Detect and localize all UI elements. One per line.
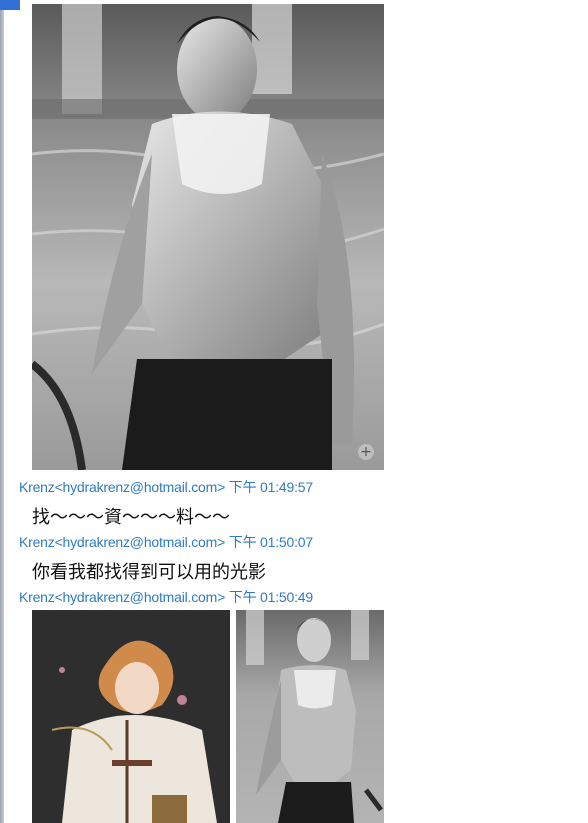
shared-photo-pool-man[interactable]: + <box>32 4 384 470</box>
window-left-border <box>0 0 4 823</box>
anime-illustration-graphic <box>32 610 230 823</box>
message-text: 找～～～資～～～料～～ <box>32 507 230 528</box>
shared-photo-pool-man-small[interactable] <box>236 610 384 823</box>
window-corner-tab <box>0 0 20 10</box>
photo-pool-man-small-graphic <box>236 610 384 823</box>
message-time: 下午 01:50:07 <box>228 534 313 550</box>
shared-image-anime-character[interactable] <box>32 610 230 823</box>
photo-pool-man-graphic <box>32 4 384 470</box>
message-header: Krenz<hydrakrenz@hotmail.com> 下午 01:49:5… <box>19 477 313 497</box>
zoom-plus-icon[interactable]: + <box>358 444 374 460</box>
sender-name[interactable]: Krenz<hydrakrenz@hotmail.com> <box>19 534 225 550</box>
message-time: 下午 01:50:49 <box>228 589 313 605</box>
sender-name[interactable]: Krenz<hydrakrenz@hotmail.com> <box>19 479 225 495</box>
message-time: 下午 01:49:57 <box>228 479 313 495</box>
sender-name[interactable]: Krenz<hydrakrenz@hotmail.com> <box>19 589 225 605</box>
message-header: Krenz<hydrakrenz@hotmail.com> 下午 01:50:0… <box>19 532 313 552</box>
message-text: 你看我都找得到可以用的光影 <box>32 562 266 583</box>
message-header: Krenz<hydrakrenz@hotmail.com> 下午 01:50:4… <box>19 587 313 607</box>
